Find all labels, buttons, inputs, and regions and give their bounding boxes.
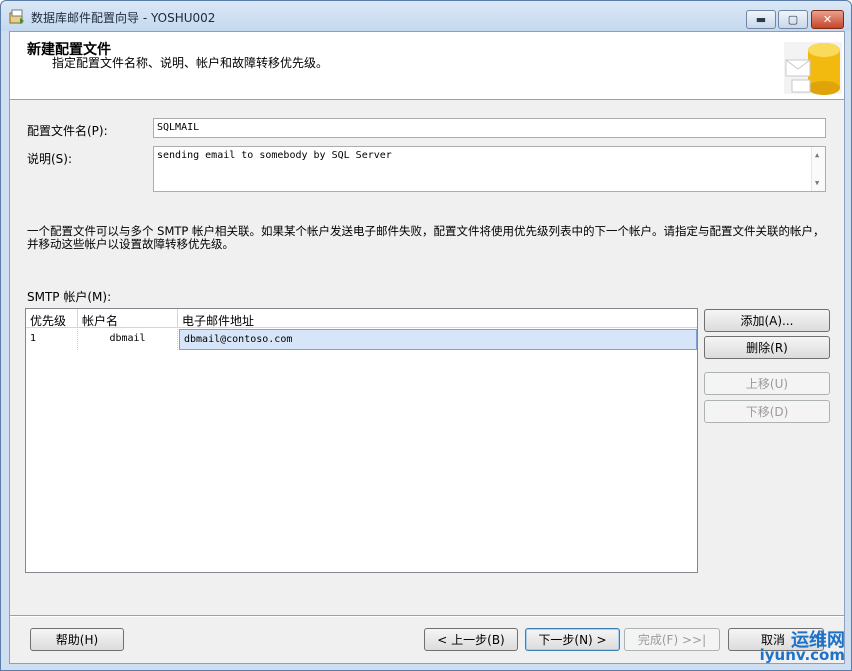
minimize-icon: ▬ [755, 13, 767, 26]
scroll-up-icon[interactable]: ▲ [815, 151, 819, 159]
cell-email: dbmail@contoso.com [179, 329, 697, 350]
description-text: sending email to somebody by SQL Server [157, 150, 392, 161]
next-button[interactable]: 下一步(N) > [525, 628, 620, 651]
profile-name-label: 配置文件名(P): [27, 124, 108, 138]
minimize-button[interactable]: ▬ [746, 10, 776, 29]
column-header-account[interactable]: 帐户名 [78, 309, 178, 328]
failover-info-text: 一个配置文件可以与多个 SMTP 帐户相关联。如果某个帐户发送电子邮件失败，配置… [27, 224, 825, 251]
app-icon [9, 9, 24, 24]
finish-button[interactable]: 完成(F) >>| [624, 628, 720, 651]
add-account-button[interactable]: 添加(A)... [704, 309, 830, 332]
close-button[interactable]: ✕ [811, 10, 844, 29]
cell-priority: 1 [26, 329, 78, 350]
back-button[interactable]: < 上一步(B) [424, 628, 518, 651]
description-label: 说明(S): [27, 152, 73, 166]
description-input[interactable]: sending email to somebody by SQL Server … [153, 146, 826, 192]
maximize-button[interactable]: ▢ [778, 10, 808, 29]
smtp-accounts-label: SMTP 帐户(M): [27, 290, 112, 304]
database-mail-graphic-icon [784, 42, 842, 95]
table-row[interactable]: 1 dbmail dbmail@contoso.com [26, 329, 697, 350]
page-subtitle: 指定配置文件名称、说明、帐户和故障转移优先级。 [52, 56, 329, 70]
close-icon: ✕ [822, 13, 833, 26]
cell-account: dbmail [78, 329, 178, 350]
column-header-email[interactable]: 电子邮件地址 [178, 309, 697, 328]
wizard-window: 数据库邮件配置向导 - YOSHU002 ▬ ▢ ✕ 新建配置文件 指定配置文件… [0, 0, 852, 671]
help-button[interactable]: 帮助(H) [30, 628, 124, 651]
maximize-icon: ▢ [787, 13, 799, 26]
watermark-line2: iyunv.com [759, 646, 845, 664]
site-watermark: 运维网 iyunv.com [729, 626, 847, 666]
move-down-button[interactable]: 下移(D) [704, 400, 830, 423]
footer-divider-highlight [10, 616, 844, 617]
window-title: 数据库邮件配置向导 - YOSHU002 [31, 11, 216, 25]
description-scrollbar[interactable]: ▲ ▼ [811, 147, 825, 191]
column-header-priority[interactable]: 优先级 [26, 309, 78, 328]
profile-name-input[interactable]: SQLMAIL [153, 118, 826, 138]
remove-account-button[interactable]: 删除(R) [704, 336, 830, 359]
title-bar[interactable]: 数据库邮件配置向导 - YOSHU002 ▬ ▢ ✕ [1, 1, 851, 31]
grid-header: 优先级 帐户名 电子邮件地址 [26, 309, 697, 328]
scroll-down-icon[interactable]: ▼ [815, 179, 819, 187]
move-up-button[interactable]: 上移(U) [704, 372, 830, 395]
wizard-header: 新建配置文件 指定配置文件名称、说明、帐户和故障转移优先级。 [10, 32, 844, 100]
smtp-accounts-grid[interactable]: 优先级 帐户名 电子邮件地址 1 dbmail dbmail@contoso.c… [25, 308, 698, 573]
wizard-content: 新建配置文件 指定配置文件名称、说明、帐户和故障转移优先级。 配置文件名(P):… [9, 31, 845, 664]
